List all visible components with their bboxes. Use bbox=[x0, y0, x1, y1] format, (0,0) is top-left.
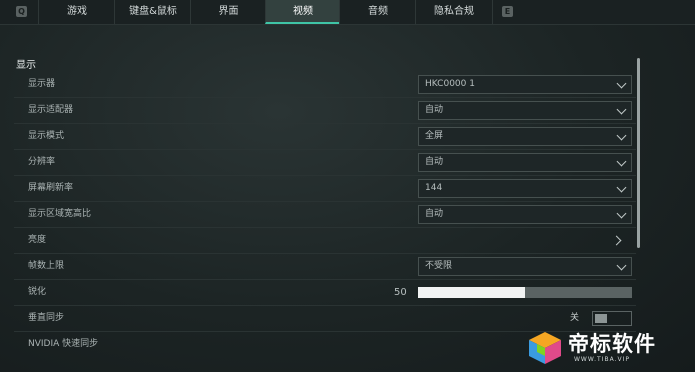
key-hint-left: Q bbox=[16, 6, 27, 17]
sharpen-value: 50 bbox=[394, 287, 407, 298]
setting-row-brightness[interactable]: 亮度 bbox=[14, 228, 636, 254]
watermark-title: 帝标软件 bbox=[568, 332, 656, 356]
slider-fill bbox=[418, 287, 525, 298]
setting-label: 亮度 bbox=[28, 235, 47, 245]
setting-label: 显示适配器 bbox=[28, 105, 74, 115]
setting-row-adapter: 显示适配器 自动 bbox=[14, 98, 636, 124]
setting-row-display-mode: 显示模式 全屏 bbox=[14, 124, 636, 150]
tab-game[interactable]: 游戏 bbox=[38, 0, 115, 24]
dropdown-value: 不受限 bbox=[425, 261, 453, 271]
resolution-dropdown[interactable]: 自动 bbox=[418, 153, 632, 172]
aspect-ratio-dropdown[interactable]: 自动 bbox=[418, 205, 632, 224]
chevron-down-icon bbox=[616, 182, 627, 193]
dropdown-value: 自动 bbox=[425, 105, 444, 115]
setting-label: NVIDIA 快速同步 bbox=[28, 339, 99, 349]
section-title-display: 显示 bbox=[16, 60, 36, 71]
sharpen-slider[interactable] bbox=[418, 287, 632, 298]
setting-row-sharpen: 锐化 50 bbox=[14, 280, 636, 306]
setting-label: 垂直同步 bbox=[28, 313, 65, 323]
cube-logo-icon bbox=[529, 332, 561, 364]
chevron-down-icon bbox=[616, 260, 627, 271]
scrollbar[interactable] bbox=[637, 58, 640, 248]
setting-row-resolution: 分辨率 自动 bbox=[14, 150, 636, 176]
adapter-dropdown[interactable]: 自动 bbox=[418, 101, 632, 120]
setting-label: 锐化 bbox=[28, 287, 47, 297]
dropdown-value: 全屏 bbox=[425, 131, 444, 141]
setting-label: 屏幕刷新率 bbox=[28, 183, 74, 193]
setting-row-aspect-ratio: 显示区域宽高比 自动 bbox=[14, 202, 636, 228]
chevron-down-icon bbox=[616, 78, 627, 89]
setting-label: 显示模式 bbox=[28, 131, 65, 141]
top-nav: Q 游戏 键盘&鼠标 界面 视频 音频 隐私合规 E bbox=[0, 0, 695, 25]
refresh-rate-dropdown[interactable]: 144 bbox=[418, 179, 632, 198]
dropdown-value: 自动 bbox=[425, 157, 444, 167]
key-hint-right: E bbox=[502, 6, 513, 17]
dropdown-value: HKC0000 1 bbox=[425, 79, 475, 89]
chevron-down-icon bbox=[616, 104, 627, 115]
fps-limit-dropdown[interactable]: 不受限 bbox=[418, 257, 632, 276]
dropdown-value: 自动 bbox=[425, 209, 444, 219]
tab-video[interactable]: 视频 bbox=[265, 0, 340, 24]
watermark-subtitle: WWW.TIBA.VIP bbox=[574, 356, 630, 363]
toggle-knob bbox=[595, 314, 607, 323]
setting-row-monitor: 显示器 HKC0000 1 bbox=[14, 72, 636, 98]
tab-privacy[interactable]: 隐私合规 bbox=[415, 0, 493, 24]
tab-keyboard-mouse[interactable]: 键盘&鼠标 bbox=[114, 0, 191, 24]
display-mode-dropdown[interactable]: 全屏 bbox=[418, 127, 632, 146]
dropdown-value: 144 bbox=[425, 183, 443, 193]
monitor-dropdown[interactable]: HKC0000 1 bbox=[418, 75, 632, 94]
chevron-down-icon bbox=[616, 130, 627, 141]
setting-row-refresh-rate: 屏幕刷新率 144 bbox=[14, 176, 636, 202]
setting-label: 显示区域宽高比 bbox=[28, 209, 92, 219]
tab-interface[interactable]: 界面 bbox=[190, 0, 266, 24]
tab-audio[interactable]: 音频 bbox=[339, 0, 416, 24]
chevron-down-icon bbox=[616, 208, 627, 219]
setting-label: 显示器 bbox=[28, 79, 56, 89]
watermark: 帝标软件 WWW.TIBA.VIP bbox=[520, 326, 695, 372]
vsync-toggle[interactable] bbox=[592, 311, 632, 326]
setting-row-fps-limit: 帧数上限 不受限 bbox=[14, 254, 636, 280]
setting-label: 帧数上限 bbox=[28, 261, 65, 271]
chevron-down-icon bbox=[616, 156, 627, 167]
setting-label: 分辨率 bbox=[28, 157, 56, 167]
chevron-right-icon[interactable] bbox=[611, 235, 622, 246]
